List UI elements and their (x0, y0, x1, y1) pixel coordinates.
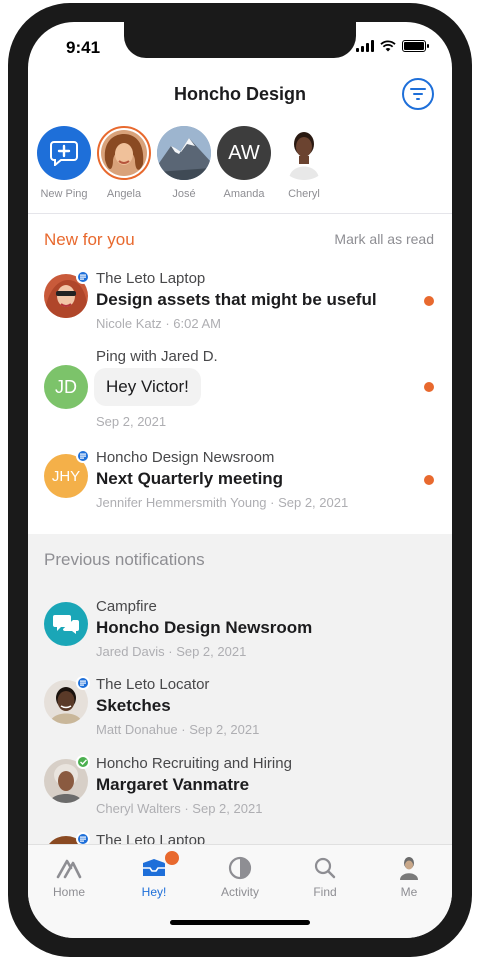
new-for-you-section: New for you Mark all as read The Leto La… (28, 214, 452, 534)
signal-icon (356, 40, 374, 52)
story-label: New Ping (40, 188, 88, 200)
mark-all-read-button[interactable]: Mark all as read (334, 231, 434, 247)
check-badge-icon (76, 755, 90, 769)
page-title: Honcho Design (173, 84, 306, 104)
cheryl-photo (277, 126, 331, 180)
notification-meta: Cheryl Walters · Sep 2, 2021 (96, 801, 263, 816)
device-notch (124, 22, 356, 58)
chat-bubbles-icon (53, 615, 79, 634)
story-cheryl[interactable]: Cheryl (272, 126, 336, 200)
notification-title: Margaret Vanmatre (96, 775, 250, 794)
notification-meta: Jennifer Hemmersmith Young · Sep 2, 2021 (96, 495, 349, 510)
notification-item[interactable]: JD Ping with Jared D. Hey Victor! Sep 2,… (28, 348, 452, 436)
status-time: 9:41 (66, 38, 101, 57)
notification-item[interactable]: Honcho Recruiting and Hiring Margaret Va… (28, 755, 452, 823)
channel-badge-icon (76, 676, 90, 690)
cheryl-avatar (277, 126, 331, 180)
notification-title: Sketches (96, 696, 171, 715)
tab-label: Activity (220, 885, 259, 899)
unread-indicator (424, 296, 434, 306)
notification-badge (163, 849, 181, 867)
tab-me[interactable]: Me (374, 853, 444, 899)
new-ping-icon (50, 141, 78, 166)
hey-inbox-icon (119, 849, 189, 883)
home-icon (34, 853, 104, 883)
notification-meta: Matt Donahue · Sep 2, 2021 (96, 722, 260, 737)
notification-context: Honcho Design Newsroom (96, 449, 275, 466)
tab-hey[interactable]: Hey! (119, 849, 189, 899)
channel-badge-icon (76, 449, 90, 463)
story-new-ping[interactable]: New Ping (32, 126, 96, 200)
tab-label: Home (52, 885, 85, 899)
unread-indicator (424, 475, 434, 485)
people-row: New Ping Angela José AW Amanda Cheryl (28, 126, 452, 212)
status-icons (356, 40, 429, 52)
notification-title: Honcho Design Newsroom (96, 618, 313, 637)
angela-photo (101, 130, 147, 176)
notification-context: Ping with Jared D. (96, 348, 218, 365)
battery-icon (402, 40, 429, 52)
profile-icon (374, 853, 444, 883)
story-angela[interactable]: Angela (92, 126, 156, 200)
section-heading: New for you (44, 230, 135, 249)
notification-context: The Leto Laptop (96, 270, 206, 287)
story-amanda[interactable]: AW Amanda (212, 126, 276, 200)
wifi-icon (380, 40, 396, 52)
notification-meta: Sep 2, 2021 (96, 414, 167, 429)
tab-home[interactable]: Home (34, 853, 104, 899)
activity-icon (205, 853, 275, 883)
search-icon (290, 853, 360, 883)
notification-item[interactable]: The Leto Laptop (28, 832, 452, 844)
notification-meta: Jared Davis · Sep 2, 2021 (96, 644, 247, 659)
tab-label: Hey! (141, 885, 167, 899)
section-heading: Previous notifications (44, 550, 205, 569)
story-label: Cheryl (288, 188, 320, 200)
unread-indicator (424, 382, 434, 392)
story-label: José (172, 188, 196, 200)
notification-item[interactable]: The Leto Laptop Design assets that might… (28, 270, 452, 340)
amanda-avatar: AW (217, 126, 271, 180)
tab-activity[interactable]: Activity (205, 853, 275, 899)
new-ping-avatar (37, 126, 91, 180)
channel-badge-icon (76, 270, 90, 284)
message-preview: Hey Victor! (94, 368, 201, 406)
notification-item[interactable]: Campfire Honcho Design Newsroom Jared Da… (28, 598, 452, 666)
notification-context: The Leto Laptop (96, 832, 206, 844)
notification-item[interactable]: JHY Honcho Design Newsroom Next Quarterl… (28, 449, 452, 519)
filter-icon (410, 88, 426, 100)
filter-button[interactable] (402, 78, 434, 110)
campfire-avatar (44, 602, 88, 646)
channel-badge-icon (76, 832, 90, 844)
notification-context: Honcho Recruiting and Hiring (96, 755, 292, 772)
notification-item[interactable]: The Leto Locator Sketches Matt Donahue ·… (28, 676, 452, 744)
notification-context: The Leto Locator (96, 676, 210, 693)
app-screen: 9:41 Honcho Design New Ping Angela José … (28, 22, 452, 938)
story-jose[interactable]: José (152, 126, 216, 200)
tab-find[interactable]: Find (290, 853, 360, 899)
notification-meta: Nicole Katz · 6:02 AM (96, 316, 221, 331)
jared-avatar: JD (44, 365, 88, 409)
home-indicator (170, 920, 310, 925)
angela-avatar (97, 126, 151, 180)
notification-title: Design assets that might be useful (96, 290, 377, 309)
tab-label: Me (400, 885, 418, 899)
story-label: Amanda (223, 188, 265, 200)
notification-title: Next Quarterly meeting (96, 469, 284, 488)
tab-label: Find (313, 885, 337, 899)
previous-notifications-section: Previous notifications Campfire Honcho D… (28, 534, 452, 844)
jose-photo (157, 126, 211, 180)
jose-avatar (157, 126, 211, 180)
notification-context: Campfire (96, 598, 157, 615)
story-label: Angela (106, 188, 142, 200)
